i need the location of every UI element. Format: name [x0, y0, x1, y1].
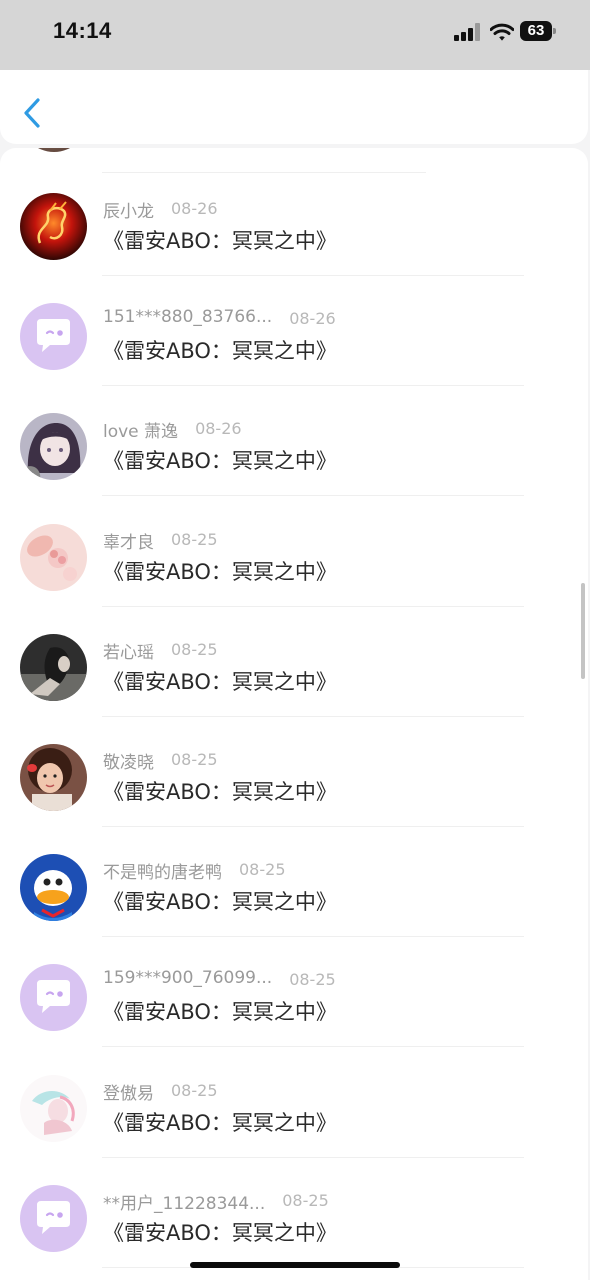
list-item[interactable]: 159***900_76099... 08-25 《雷安ABO：冥冥之中》 — [0, 954, 588, 1064]
wifi-icon — [490, 23, 514, 41]
avatar[interactable] — [20, 744, 87, 811]
post-date: 08-26 — [195, 419, 242, 439]
post-date: 08-25 — [171, 529, 218, 549]
post-date: 08-25 — [171, 750, 218, 769]
avatar[interactable] — [20, 413, 87, 481]
avatar[interactable] — [20, 1184, 87, 1252]
divider — [102, 715, 524, 717]
divider — [102, 605, 524, 607]
default-chat-bubble-avatar-image — [20, 964, 87, 1032]
post-date: 08-25 — [171, 1080, 218, 1100]
list-item[interactable]: 若心瑶 08-25 《雷安ABO：冥冥之中》 — [0, 624, 588, 734]
work-title[interactable]: 《雷安ABO：冥冥之中》 — [103, 1217, 337, 1247]
user-name[interactable]: 不是鸭的唐老鸭 — [103, 858, 222, 883]
battery-icon: 63 — [520, 21, 556, 41]
battery-level: 63 — [520, 21, 552, 41]
status-bar: 14:14 63 — [0, 0, 590, 70]
avatar[interactable] — [20, 193, 87, 260]
divider — [102, 495, 524, 497]
user-name[interactable]: 159***900_76099... — [103, 968, 272, 988]
user-name[interactable]: 登傲易 — [103, 1079, 154, 1104]
navigation-bar — [0, 70, 588, 144]
user-name[interactable]: **用户_11228344... — [103, 1189, 265, 1214]
red-dragon-avatar-image — [20, 193, 87, 260]
user-name[interactable]: 敬凌晓 — [103, 748, 154, 773]
cellular-signal-icon — [454, 23, 482, 41]
post-date: 08-25 — [282, 1190, 329, 1210]
list-item[interactable]: 辜才良 08-25 《雷安ABO：冥冥之中》 — [0, 514, 588, 624]
post-date: 08-25 — [171, 639, 218, 659]
user-name[interactable]: 若心瑶 — [103, 638, 154, 663]
post-date: 08-26 — [289, 309, 336, 329]
list-item[interactable]: 不是鸭的唐老鸭 08-25 《雷安ABO：冥冥之中》 — [0, 844, 588, 954]
user-name[interactable]: 辜才良 — [103, 528, 154, 553]
user-name[interactable]: 151***880_83766... — [103, 307, 272, 327]
list-item[interactable]: love 萧逸 08-26 《雷安ABO：冥冥之中》 — [0, 403, 588, 513]
list-item[interactable]: 敬凌晓 08-25 《雷安ABO：冥冥之中》 — [0, 734, 588, 844]
divider — [102, 1156, 524, 1158]
scrollbar[interactable] — [581, 583, 585, 679]
divider — [102, 172, 426, 173]
post-date: 08-25 — [289, 970, 336, 990]
divider — [102, 275, 524, 276]
avatar — [20, 148, 88, 152]
girl-photo-avatar-image — [20, 744, 87, 811]
divider — [102, 826, 524, 827]
divider — [102, 936, 524, 938]
divider — [102, 385, 524, 387]
avatar[interactable] — [20, 633, 87, 701]
user-name[interactable]: 辰小龙 — [103, 197, 154, 222]
avatar[interactable] — [20, 964, 87, 1032]
work-title[interactable]: 《雷安ABO：冥冥之中》 — [103, 225, 337, 255]
status-time: 14:14 — [53, 18, 112, 43]
pastel-drawing-avatar-image — [20, 1074, 87, 1142]
work-title[interactable]: 《雷安ABO：冥冥之中》 — [103, 556, 337, 586]
donald-duck-avatar-image — [20, 854, 87, 922]
work-title[interactable]: 《雷安ABO：冥冥之中》 — [103, 776, 337, 806]
avatar[interactable] — [20, 1074, 87, 1142]
work-title[interactable]: 《雷安ABO：冥冥之中》 — [103, 445, 337, 475]
work-title[interactable]: 《雷安ABO：冥冥之中》 — [103, 996, 337, 1026]
post-date: 08-25 — [239, 860, 286, 880]
avatar[interactable] — [20, 854, 87, 922]
dark-portrait-avatar-image — [20, 633, 87, 701]
post-date: 08-26 — [171, 199, 218, 218]
avatar[interactable] — [20, 303, 87, 371]
user-list[interactable]: 辰小龙 08-26 《雷安ABO：冥冥之中》 151***880_83766... 08… — [0, 148, 588, 1280]
work-title[interactable]: 《雷安ABO：冥冥之中》 — [103, 1107, 337, 1137]
default-chat-bubble-avatar-image — [20, 1184, 87, 1252]
user-name[interactable]: love 萧逸 — [103, 417, 178, 442]
anime-girl-avatar-image — [20, 413, 87, 481]
avatar[interactable] — [20, 523, 87, 591]
list-item[interactable]: 151***880_83766... 08-26 《雷安ABO：冥冥之中》 — [0, 293, 588, 403]
default-chat-bubble-avatar-image — [20, 303, 87, 371]
work-title[interactable]: 《雷安ABO：冥冥之中》 — [103, 886, 337, 916]
work-title[interactable]: 《雷安ABO：冥冥之中》 — [103, 666, 337, 696]
home-indicator[interactable] — [190, 1262, 400, 1268]
chevron-left-icon — [24, 98, 40, 128]
divider — [102, 1046, 524, 1048]
list-item[interactable]: 辰小龙 08-26 《雷安ABO：冥冥之中》 — [0, 183, 588, 293]
work-title[interactable]: 《雷安ABO：冥冥之中》 — [103, 335, 337, 365]
back-button[interactable] — [20, 96, 46, 130]
list-item[interactable]: 登傲易 08-25 《雷安ABO：冥冥之中》 — [0, 1065, 588, 1175]
pink-flower-avatar-image — [20, 523, 87, 591]
